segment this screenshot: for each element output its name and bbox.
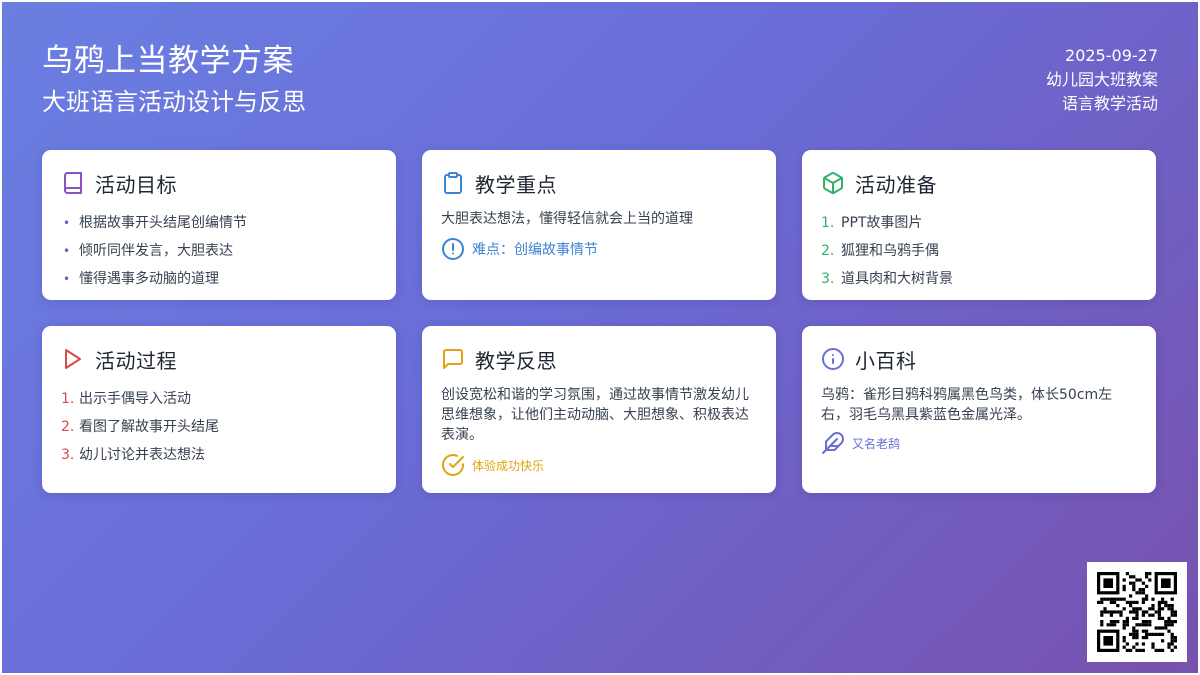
card-process-title: 活动过程 [95, 348, 177, 373]
card-reflection-title: 教学反思 [475, 348, 557, 373]
item-number: 3. [61, 447, 75, 463]
list-item: 3. 道具肉和大树背景 [821, 265, 1137, 293]
card-focus: 教学重点 大胆表达想法，懂得轻信就会上当的道理 难点：创编故事情节 [422, 150, 776, 300]
meta-info: 2025-09-27 幼儿园大班教案 语言教学活动 [1046, 44, 1158, 116]
card-process: 活动过程 1. 出示手偶导入活动 2. 看图了解故事开头结尾 3. 幼儿讨论并表达想法 [42, 326, 396, 493]
process-text: 幼儿讨论并表达想法 [79, 447, 205, 463]
alias-note: 又名老鸹 [821, 431, 1137, 455]
list-item: 1. 出示手偶导入活动 [61, 385, 377, 413]
clipboard-icon [444, 172, 462, 194]
card-wiki-header: 小百科 [821, 345, 1137, 373]
prep-text: PPT故事图片 [841, 215, 923, 231]
item-number: 1. [61, 391, 75, 407]
page-title: 乌鸦上当教学方案 [42, 43, 294, 79]
card-wiki: 小百科 乌鸦：雀形目鸦科鸦属黑色鸟类，体长50cm左右，羽毛乌黑具紫蓝色金属光泽… [802, 326, 1156, 493]
message-square-icon [443, 349, 463, 369]
success-note: 体验成功快乐 [441, 453, 757, 477]
wiki-text: 乌鸦：雀形目鸦科鸦属黑色鸟类，体长50cm左右，羽毛乌黑具紫蓝色金属光泽。 [821, 387, 1113, 423]
process-text: 看图了解故事开头结尾 [79, 419, 219, 435]
item-number: 3. [821, 271, 835, 287]
card-process-header: 活动过程 [61, 345, 377, 373]
card-wiki-title: 小百科 [855, 348, 917, 373]
card-prep-header: 活动准备 [821, 169, 1137, 197]
card-prep: 活动准备 1. PPT故事图片 2. 狐狸和乌鸦手偶 3. 道具肉和大树背景 [802, 150, 1156, 300]
list-item: • 懂得遇事多动脑的道理 [61, 265, 377, 293]
date-text: 2025-09-27 [1065, 46, 1158, 65]
card-prep-title: 活动准备 [855, 172, 937, 197]
book-icon [64, 172, 82, 194]
feather-icon [822, 432, 844, 454]
qr-code [1087, 562, 1187, 662]
focus-text: 大胆表达想法，懂得轻信就会上当的道理 [441, 211, 693, 227]
bullet-icon: • [63, 216, 71, 230]
difficulty-text: 难点：创编故事情节 [472, 242, 598, 258]
goal-text: 懂得遇事多动脑的道理 [79, 271, 219, 287]
success-text: 体验成功快乐 [472, 458, 545, 473]
difficulty-note: 难点：创编故事情节 [441, 237, 757, 261]
list-item: 1. PPT故事图片 [821, 209, 1137, 237]
box-icon [823, 172, 843, 195]
reflection-text: 创设宽松和谐的学习氛围，通过故事情节激发幼儿思维想象，让他们主动动脑、大胆想象、… [441, 387, 749, 443]
alias-text: 又名老鸹 [852, 436, 901, 451]
card-goals-title: 活动目标 [95, 172, 177, 197]
card-reflection-header: 教学反思 [441, 345, 757, 373]
check-circle-icon [442, 454, 464, 476]
bullet-icon: • [63, 272, 71, 286]
info-icon [822, 348, 844, 370]
page-subtitle: 大班语言活动设计与反思 [42, 88, 306, 116]
prep-text: 狐狸和乌鸦手偶 [841, 243, 939, 259]
card-reflection: 教学反思 创设宽松和谐的学习氛围，通过故事情节激发幼儿思维想象，让他们主动动脑、… [422, 326, 776, 493]
prep-list: 1. PPT故事图片 2. 狐狸和乌鸦手偶 3. 道具肉和大树背景 [821, 209, 1137, 293]
card-goals: 活动目标 • 根据故事开头结尾创编情节 • 倾听同伴发言，大胆表达 • 懂得遇事多动脑… [42, 150, 396, 300]
process-text: 出示手偶导入活动 [79, 391, 191, 407]
goal-text: 根据故事开头结尾创编情节 [79, 215, 247, 231]
goal-text: 倾听同伴发言，大胆表达 [79, 243, 233, 259]
category-text: 幼儿园大班教案 [1045, 70, 1158, 89]
slide: 乌鸦上当教学方案 大班语言活动设计与反思 2025-09-27 幼儿园大班教案 … [0, 0, 1200, 675]
list-item: • 倾听同伴发言，大胆表达 [61, 237, 377, 265]
bullet-icon: • [63, 244, 71, 258]
card-focus-title: 教学重点 [475, 172, 557, 197]
item-number: 1. [821, 215, 835, 231]
item-number: 2. [61, 419, 75, 435]
list-item: 2. 看图了解故事开头结尾 [61, 413, 377, 441]
qr-code-icon [1097, 572, 1177, 652]
list-item: • 根据故事开头结尾创编情节 [61, 209, 377, 237]
item-number: 2. [821, 243, 835, 259]
list-item: 3. 幼儿讨论并表达想法 [61, 441, 377, 469]
card-focus-header: 教学重点 [441, 169, 757, 197]
prep-text: 道具肉和大树背景 [841, 271, 953, 287]
card-goals-header: 活动目标 [61, 169, 377, 197]
list-item: 2. 狐狸和乌鸦手偶 [821, 237, 1137, 265]
goals-list: • 根据故事开头结尾创编情节 • 倾听同伴发言，大胆表达 • 懂得遇事多动脑的道理 [61, 209, 377, 293]
play-icon [65, 349, 81, 369]
alert-circle-icon [442, 238, 464, 260]
type-text: 语言教学活动 [1061, 94, 1158, 113]
process-list: 1. 出示手偶导入活动 2. 看图了解故事开头结尾 3. 幼儿讨论并表达想法 [61, 385, 377, 469]
